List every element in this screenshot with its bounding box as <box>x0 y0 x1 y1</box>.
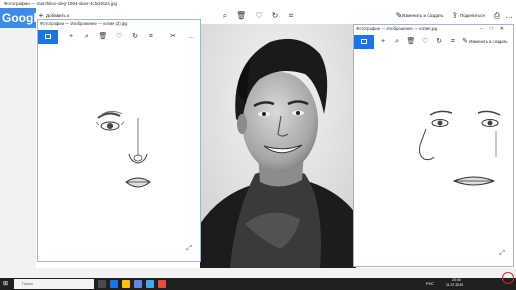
collection-icon <box>45 34 51 39</box>
zoom-icon[interactable]: ⌕ <box>392 37 402 47</box>
print-icon[interactable]: ⎙ <box>492 11 502 21</box>
face-sketch-right <box>419 110 501 186</box>
edit-icon[interactable]: ✂ <box>168 32 178 42</box>
window-title: Фотографии — Изображение — копия.jpg <box>356 26 438 31</box>
google-logo: Google <box>0 8 43 28</box>
edit-create-button[interactable]: Изменить и создать <box>402 13 443 18</box>
chrome-icon[interactable] <box>158 280 166 288</box>
task-view-icon[interactable] <box>98 280 106 288</box>
zoom-icon[interactable]: ⌕ <box>220 11 230 21</box>
edge-icon[interactable] <box>110 280 118 288</box>
window-controls[interactable]: –□✕ <box>480 26 511 32</box>
album-button[interactable] <box>354 35 374 49</box>
edit-create-button[interactable]: Изменить и создать <box>469 39 508 44</box>
search-placeholder: Поиск <box>22 281 34 286</box>
expand-icon[interactable]: ⤢ <box>186 245 192 253</box>
photos-window-left[interactable]: Фотографии — Изображение — копия (2).jpg… <box>37 19 201 262</box>
favorite-icon[interactable]: ♡ <box>254 11 264 21</box>
rotate-icon[interactable]: ↻ <box>434 37 444 47</box>
expand-icon[interactable]: ⤢ <box>499 250 505 258</box>
main-window-title: Фотографии — marshilov-oleg-1994-skier-4… <box>0 0 516 8</box>
add-icon[interactable]: + <box>66 32 76 42</box>
add-to-button[interactable]: Добавить к <box>46 13 69 18</box>
crop-icon[interactable]: ⌗ <box>286 11 296 21</box>
delete-icon[interactable]: 🗑 <box>236 11 246 21</box>
search-input[interactable]: Поиск <box>14 279 94 289</box>
favorite-icon[interactable]: ♡ <box>420 37 430 47</box>
share-icon[interactable]: ⇪ <box>450 11 460 21</box>
share-button[interactable]: Поделиться <box>460 13 485 18</box>
delete-icon[interactable]: 🗑 <box>406 37 416 47</box>
collection-icon <box>361 39 367 44</box>
portrait-photo <box>200 24 356 268</box>
language-indicator[interactable]: РУС <box>426 281 434 286</box>
rotate-icon[interactable]: ↻ <box>270 11 280 21</box>
zoom-icon[interactable]: ⌕ <box>82 32 92 42</box>
rotate-icon[interactable]: ↻ <box>130 32 140 42</box>
store-icon[interactable] <box>134 280 142 288</box>
crop-icon[interactable]: ⌗ <box>448 37 458 47</box>
favorite-icon[interactable]: ♡ <box>114 32 124 42</box>
clock[interactable]: 20:40 11.07.2019 <box>444 278 484 290</box>
taskbar: ⊞ Поиск РУС 20:40 11.07.2019 <box>0 278 516 290</box>
photos-app-icon[interactable] <box>146 280 154 288</box>
add-icon[interactable]: + <box>378 37 388 47</box>
face-sketch-left <box>96 110 151 188</box>
clock-date: 11.07.2019 <box>446 283 464 287</box>
more-icon[interactable]: … <box>504 11 514 21</box>
record-indicator-icon <box>502 272 514 284</box>
delete-icon[interactable]: 🗑 <box>98 32 108 42</box>
album-button[interactable] <box>38 30 58 44</box>
windows-start-icon[interactable]: ⊞ <box>3 281 8 287</box>
crop-icon[interactable]: ⌗ <box>146 32 156 42</box>
explorer-icon[interactable] <box>122 280 130 288</box>
desktop: Фотографии — marshilov-oleg-1994-skier-4… <box>0 0 516 290</box>
photos-window-right[interactable]: Фотографии — Изображение — копия.jpg –□✕… <box>353 24 514 267</box>
window-title: Фотографии — Изображение — копия (2).jpg <box>40 21 128 26</box>
more-icon[interactable]: … <box>186 32 196 42</box>
